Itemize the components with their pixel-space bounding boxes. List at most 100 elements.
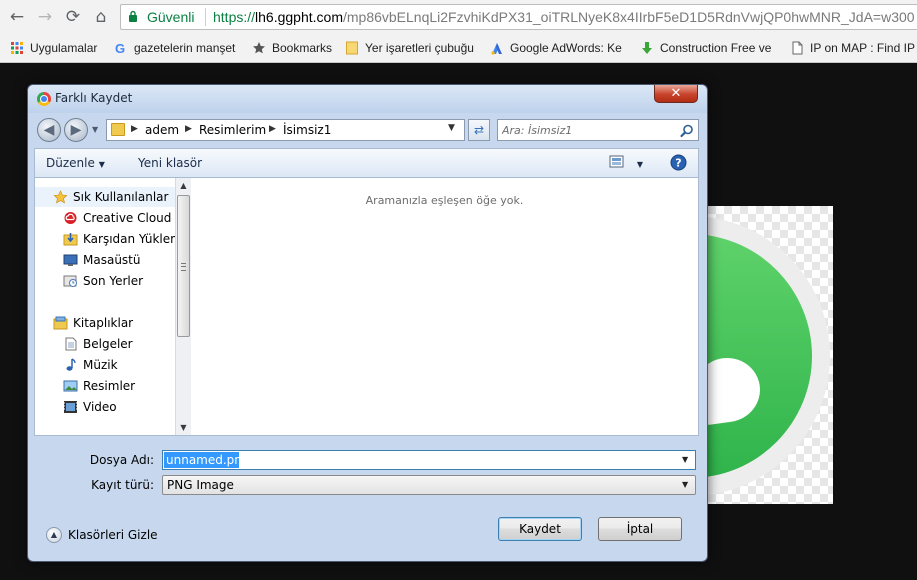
documents-icon: [65, 337, 77, 351]
svg-text:G: G: [115, 41, 125, 55]
nav-desktop[interactable]: Masaüstü: [35, 250, 175, 270]
refresh-icon: ⇄: [473, 123, 485, 137]
desktop-icon: [63, 254, 78, 266]
dialog-toolbar: Düzenle ▼ Yeni klasör ▼ ?: [34, 148, 699, 177]
breadcrumb[interactable]: ▶ adem ▶ Resimlerim ▶ İsimsiz1 ▼: [106, 119, 465, 141]
chevron-down-icon[interactable]: ▼: [448, 123, 455, 133]
recent-locations-button[interactable]: ▼: [92, 125, 102, 135]
star-icon: [53, 190, 68, 204]
search-box[interactable]: [497, 119, 699, 141]
chevron-down-icon: ▼: [682, 480, 689, 489]
nav-downloads[interactable]: Karşıdan Yüklem: [35, 229, 175, 249]
breadcrumb-item-adem[interactable]: adem: [145, 123, 179, 137]
nav-pictures[interactable]: Resimler: [35, 376, 175, 396]
folder-icon: [346, 41, 358, 55]
nav-scrollbar[interactable]: ▲ ▼: [175, 178, 191, 435]
refresh-button[interactable]: ⇄: [468, 119, 490, 141]
filename-input[interactable]: [164, 452, 678, 468]
filename-label: Dosya Adı:: [89, 453, 154, 467]
dialog-address-row: ◀ ▶ ▼ ▶ adem ▶ Resimlerim ▶ İsimsiz1 ▼ ⇄: [28, 116, 707, 144]
breadcrumb-item-isimsiz1[interactable]: İsimsiz1: [283, 123, 331, 137]
star-icon: [253, 42, 265, 54]
new-folder-button[interactable]: Yeni klasör: [138, 156, 202, 170]
download-arrow-icon: [642, 42, 652, 54]
search-input[interactable]: [502, 122, 672, 138]
forward-arrow-icon: ▶: [70, 122, 82, 138]
nav-recent-places[interactable]: Son Yerler: [35, 271, 175, 291]
bookmark-apps[interactable]: Uygulamalar: [10, 39, 97, 57]
video-icon: [64, 401, 77, 413]
chevron-down-icon: ▼: [636, 160, 643, 169]
browser-chrome: ← → ⟳ ⌂ Güvenli https://lh6.ggpht.com/mp…: [0, 0, 917, 63]
close-icon: ✕: [670, 86, 682, 101]
back-arrow-icon: ←: [9, 7, 25, 27]
chevron-right-icon: ▶: [131, 124, 138, 134]
page-icon: [792, 41, 803, 55]
hide-folders-label: Klasörleri Gizle: [68, 528, 158, 542]
music-icon: [66, 358, 76, 371]
filetype-select[interactable]: PNG Image ▼: [162, 475, 696, 495]
bookmark-bookmarks[interactable]: Bookmarks: [252, 39, 332, 57]
folder-icon: [111, 123, 125, 136]
filetype-value: PNG Image: [167, 478, 234, 492]
nav-libraries[interactable]: Kitaplıklar: [35, 313, 175, 333]
svg-text:?: ?: [675, 157, 681, 170]
bookmark-construction[interactable]: Construction Free ve: [640, 39, 771, 57]
chevron-down-icon: ▼: [92, 125, 99, 134]
chrome-icon: [37, 92, 51, 106]
chevron-right-icon: ▶: [269, 124, 276, 134]
lock-icon: [129, 10, 137, 22]
close-button[interactable]: ✕: [654, 85, 698, 103]
bookmark-gazetelerin[interactable]: Ggazetelerin manşet: [114, 39, 235, 57]
dialog-titlebar[interactable]: Farklı Kaydet ✕: [28, 85, 707, 113]
organize-button[interactable]: Düzenle ▼: [46, 156, 105, 170]
search-icon[interactable]: [679, 123, 695, 139]
forward-button[interactable]: ▶: [64, 118, 88, 142]
pictures-icon: [63, 380, 78, 392]
chevron-down-icon[interactable]: ▼: [682, 455, 688, 464]
downloads-icon: [63, 233, 78, 246]
creative-cloud-icon: [64, 212, 77, 224]
bookmarks-bar: Uygulamalar Ggazetelerin manşet Bookmark…: [0, 36, 917, 60]
bookmark-adwords[interactable]: Google AdWords: Ke: [490, 39, 622, 57]
nav-favorites[interactable]: Sık Kullanılanlar: [35, 187, 175, 207]
scroll-up-icon[interactable]: ▲: [176, 178, 191, 193]
home-button[interactable]: ⌂: [90, 6, 112, 28]
save-button[interactable]: Kaydet: [498, 517, 582, 541]
breadcrumb-item-resimlerim[interactable]: Resimlerim: [199, 123, 266, 137]
forward-arrow-icon: →: [37, 7, 53, 27]
image-preview: [700, 206, 833, 504]
back-button[interactable]: ←: [6, 6, 28, 28]
view-options-button[interactable]: ▼: [609, 155, 643, 170]
chevron-down-icon: ▼: [98, 160, 105, 169]
url-separator: [205, 8, 206, 26]
navigation-pane: Sık Kullanılanlar Creative Cloud F Karşı…: [35, 178, 175, 435]
back-button[interactable]: ◀: [37, 118, 61, 142]
reload-button[interactable]: ⟳: [62, 6, 84, 28]
empty-results-message: Aramanızla eşleşen öğe yok.: [365, 194, 524, 207]
apps-grid-icon: [11, 42, 23, 54]
bookmark-ip-on-map[interactable]: IP on MAP : Find IP: [790, 39, 915, 57]
address-bar[interactable]: Güvenli https://lh6.ggpht.com/mp86vbELnq…: [120, 4, 917, 30]
reload-icon: ⟳: [65, 7, 81, 27]
bookmark-folder-yer-isaretleri[interactable]: Yer işaretleri çubuğu: [345, 39, 474, 57]
url-text: https://lh6.ggpht.com/mp86vbELnqLi2Fzvhi…: [213, 9, 915, 25]
forward-button[interactable]: →: [34, 6, 56, 28]
nav-creative-cloud[interactable]: Creative Cloud F: [35, 208, 175, 228]
cancel-button[interactable]: İptal: [598, 517, 682, 541]
view-icon: [609, 155, 624, 168]
scroll-down-icon[interactable]: ▼: [176, 420, 191, 435]
nav-music[interactable]: Müzik: [35, 355, 175, 375]
grip-icon: [181, 263, 186, 271]
filename-field[interactable]: ▼: [162, 450, 696, 470]
scroll-thumb[interactable]: [177, 195, 190, 337]
home-icon: ⌂: [95, 7, 107, 27]
recent-places-icon: [63, 275, 77, 287]
nav-video[interactable]: Video: [35, 397, 175, 417]
help-button[interactable]: ?: [670, 154, 687, 174]
security-label: Güvenli: [147, 9, 195, 25]
nav-documents[interactable]: Belgeler: [35, 334, 175, 354]
url-path: /mp86vbELnqLi2FzvhiKdPX31_oiTRLNyeK8x4II…: [342, 9, 915, 25]
back-arrow-icon: ◀: [43, 122, 55, 138]
url-scheme: https://: [213, 9, 256, 25]
